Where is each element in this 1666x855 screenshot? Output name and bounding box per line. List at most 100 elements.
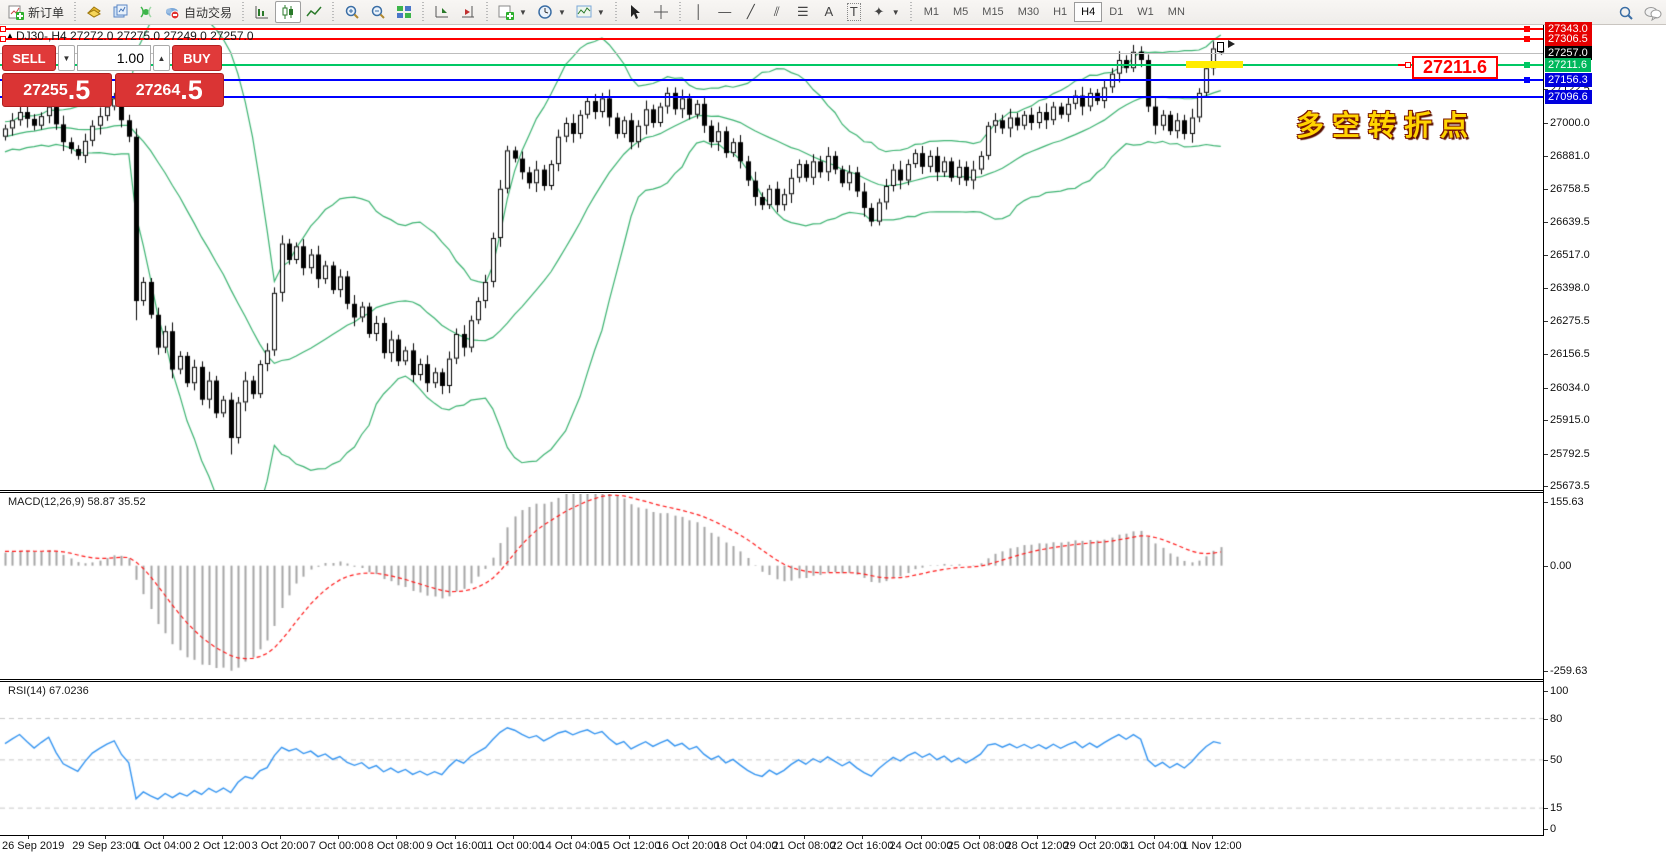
time-tick-mark [105, 836, 106, 839]
profiles-button[interactable] [107, 1, 133, 23]
toolbar-separator [332, 2, 334, 22]
mt4-window: 新订单 自 [0, 0, 1666, 855]
text-a-icon: A [821, 4, 837, 20]
timeframe-button-d1[interactable]: D1 [1102, 2, 1130, 22]
line-chart-mode-button[interactable] [301, 1, 327, 23]
fibonacci-tool[interactable]: ☰ [790, 1, 816, 23]
cursor-tool-button[interactable] [622, 1, 648, 23]
object-anchor-flag-icon[interactable] [1228, 40, 1235, 48]
axis-tick-mark [1544, 829, 1548, 830]
arrows-tool[interactable]: ✦▼ [866, 1, 905, 23]
hline-handle[interactable] [1524, 26, 1530, 32]
hline-icon: — [717, 4, 733, 20]
timeframe-button-h4[interactable]: H4 [1074, 2, 1102, 22]
time-tick-mark [28, 836, 29, 839]
indicators-button[interactable]: ▼ [571, 1, 610, 23]
volume-up-button[interactable]: ▲ [153, 45, 170, 71]
crosshair-tool-button[interactable] [648, 1, 674, 23]
panel-separator[interactable] [0, 679, 1666, 680]
time-axis[interactable]: 26 Sep 201929 Sep 23:001 Oct 04:002 Oct … [0, 836, 1666, 855]
panel-separator[interactable] [0, 492, 1666, 493]
sell-price-button[interactable]: 27255 .5 [2, 73, 112, 107]
timeframe-button-m30[interactable]: M30 [1011, 2, 1046, 22]
time-label: 9 Oct 16:00 [427, 840, 484, 852]
chat-icon[interactable] [1644, 5, 1660, 21]
collapse-triangle-icon[interactable]: ▲ [6, 31, 14, 40]
signals-button[interactable] [133, 1, 159, 23]
panel-separator[interactable] [0, 681, 1666, 682]
timeframe-button-m15[interactable]: M15 [975, 2, 1010, 22]
axis-tick-mark [1544, 123, 1548, 124]
timeframe-button-mn[interactable]: MN [1161, 2, 1192, 22]
time-tick-mark [862, 836, 863, 839]
channel-tool[interactable]: ⫽ [764, 1, 790, 23]
axis-tick-mark [1544, 255, 1548, 256]
rsi-tick-80: 80 [1550, 713, 1562, 725]
hline-handle[interactable] [1524, 62, 1530, 68]
chart-shift-button[interactable] [455, 1, 481, 23]
buy-price-main: 27264 [136, 78, 181, 104]
price-axis[interactable]: 27000.026881.026758.526639.526517.026398… [1544, 25, 1666, 836]
autotrade-label: 自动交易 [184, 4, 232, 21]
channel-icon: ⫽ [769, 4, 785, 20]
time-tick-mark [163, 836, 164, 839]
macd-label: MACD(12,26,9) 58.87 35.52 [8, 496, 146, 508]
axis-tick-mark [1544, 321, 1548, 322]
macd-tick--259.63: -259.63 [1550, 665, 1587, 677]
panel-separator[interactable] [0, 490, 1666, 491]
time-label: 11 Oct 00:00 [482, 840, 544, 852]
buy-button[interactable]: BUY [172, 45, 222, 71]
hline-handle[interactable] [1524, 36, 1530, 42]
time-label: 24 Oct 00:00 [890, 840, 953, 852]
macd-canvas[interactable] [0, 494, 1543, 678]
zoom-out-button[interactable] [365, 1, 391, 23]
time-label: 7 Oct 00:00 [310, 840, 367, 852]
timeframe-button-m1[interactable]: M1 [917, 2, 946, 22]
axis-tick-mark [1544, 502, 1548, 503]
hline-27096.6[interactable] [0, 96, 1543, 98]
hline-27211.6[interactable] [0, 64, 1543, 66]
buy-price-button[interactable]: 27264 .5 [115, 73, 225, 107]
axis-tick-mark [1544, 189, 1548, 190]
chinese-note[interactable]: 多空转折点 [1296, 104, 1476, 144]
callout-anchor-square[interactable] [1405, 62, 1411, 68]
time-tick-mark [921, 836, 922, 839]
axis-tick-mark [1544, 808, 1548, 809]
trendline-tool[interactable]: ╱ [738, 1, 764, 23]
price-callout[interactable]: 27211.6 [1412, 56, 1498, 79]
hline-27156.3[interactable] [0, 79, 1543, 81]
price-tick-26758.5: 26758.5 [1550, 183, 1590, 195]
autotrade-button[interactable]: 自动交易 [159, 1, 237, 23]
time-tick-mark [222, 836, 223, 839]
volume-input[interactable] [77, 45, 151, 71]
sell-button[interactable]: SELL [2, 45, 56, 71]
hline-handle[interactable] [1524, 77, 1530, 83]
yellow-highlight-object[interactable] [1186, 61, 1243, 68]
vertical-line-tool[interactable]: │ [686, 1, 712, 23]
tile-windows-button[interactable] [391, 1, 417, 23]
period-button[interactable]: ▼ [532, 1, 571, 23]
label-tool[interactable]: T [842, 1, 866, 23]
new-chart-button[interactable]: ▼ [493, 1, 532, 23]
object-anchor-square[interactable] [1217, 42, 1224, 52]
volume-down-button[interactable]: ▼ [58, 45, 75, 71]
auto-scroll-button[interactable] [429, 1, 455, 23]
book-icon [86, 4, 102, 20]
timeframe-button-m5[interactable]: M5 [946, 2, 975, 22]
text-tool[interactable]: A [816, 1, 842, 23]
market-watch-button[interactable] [81, 1, 107, 23]
candlestick-mode-button[interactable] [275, 1, 301, 23]
hline-27257.0[interactable] [0, 53, 1543, 54]
profile-icon [112, 4, 128, 20]
macd-tick-155.63: 155.63 [1550, 496, 1584, 508]
new-order-button[interactable]: 新订单 [3, 1, 69, 23]
zoom-in-button[interactable] [339, 1, 365, 23]
search-icon[interactable] [1618, 5, 1634, 21]
rsi-canvas[interactable] [0, 682, 1543, 835]
horizontal-line-tool[interactable]: — [712, 1, 738, 23]
main-chart-canvas[interactable] [0, 25, 1543, 490]
timeframe-button-w1[interactable]: W1 [1130, 2, 1161, 22]
time-label: 3 Oct 20:00 [252, 840, 309, 852]
timeframe-button-h1[interactable]: H1 [1046, 2, 1074, 22]
bar-chart-mode-button[interactable] [249, 1, 275, 23]
